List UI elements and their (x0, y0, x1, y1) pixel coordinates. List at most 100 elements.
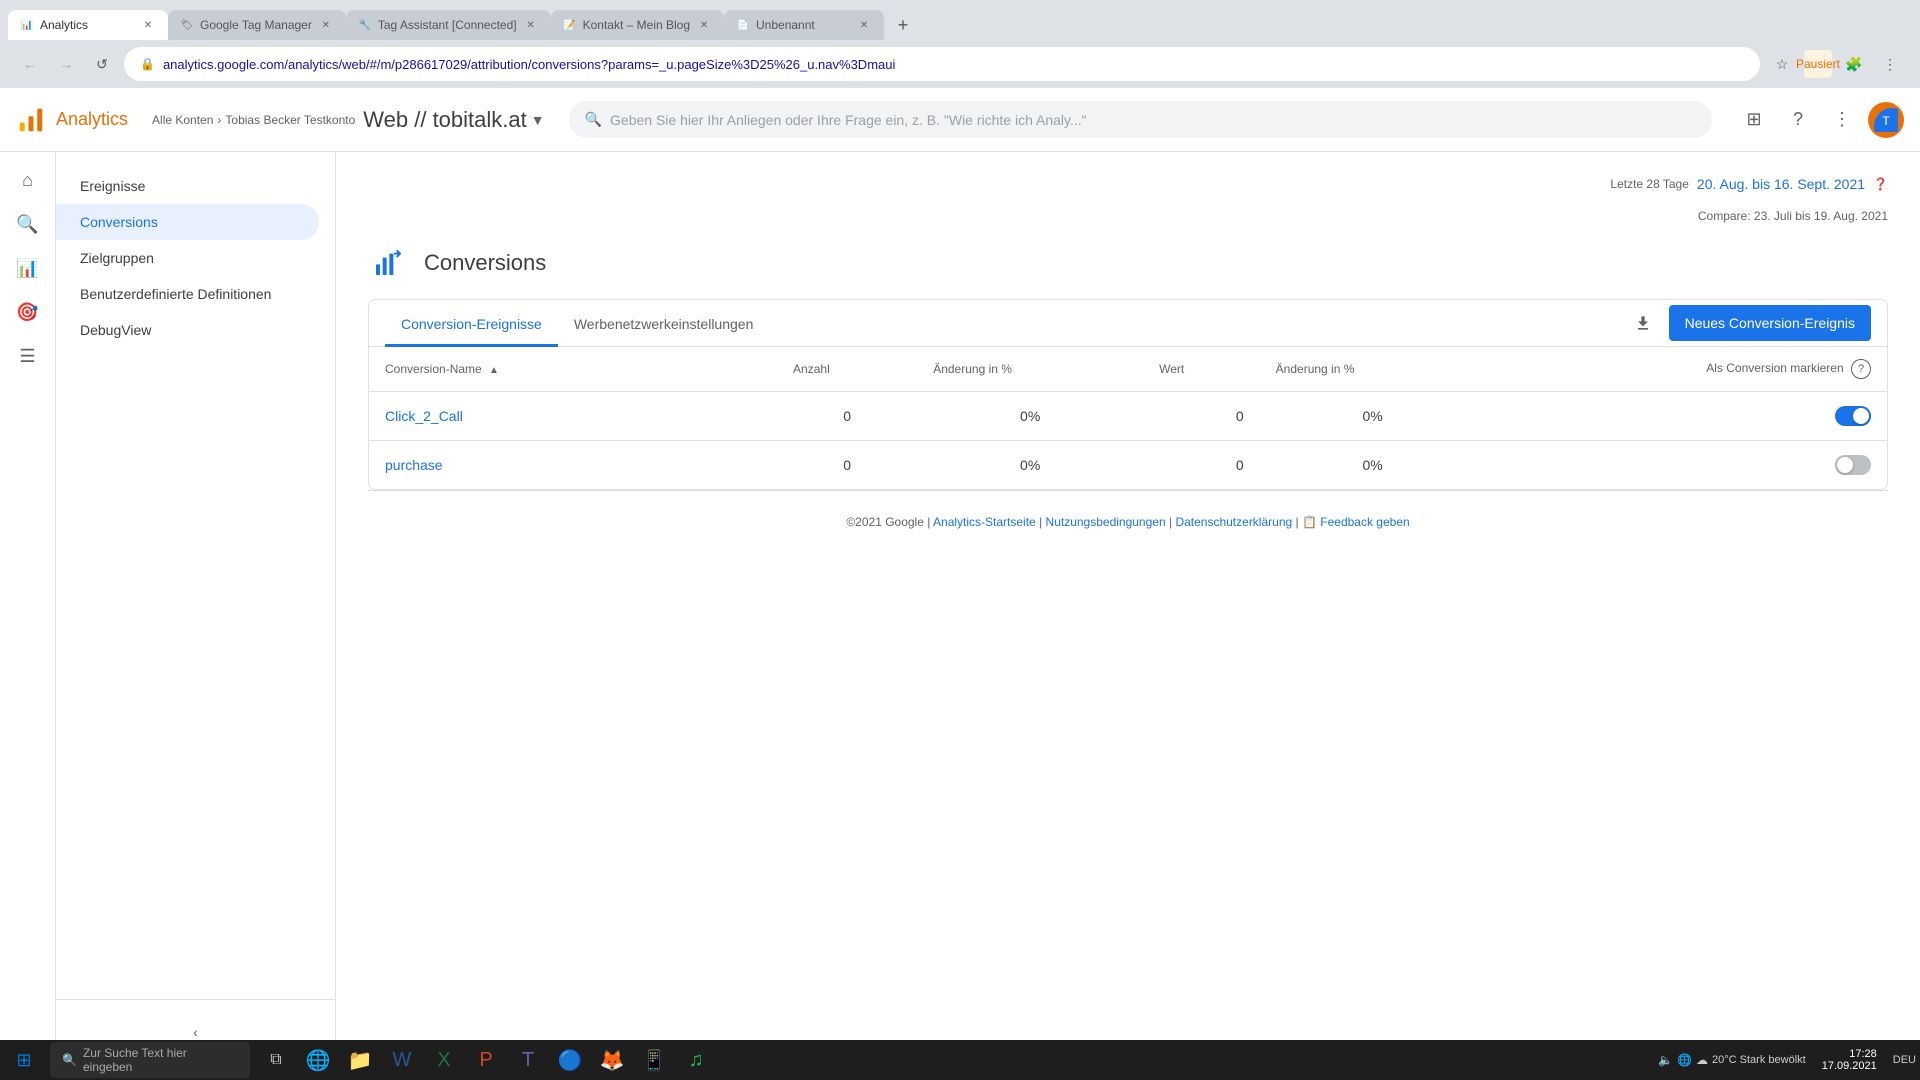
property-selector[interactable]: Web // tobitalk.at ▼ (363, 107, 544, 133)
tab-close-blog[interactable]: ✕ (696, 17, 712, 33)
zielgruppen-label: Zielgruppen (80, 250, 154, 266)
menu-button[interactable]: ⋮ (1876, 50, 1904, 78)
sidebar-icon-list[interactable]: ☰ (8, 336, 48, 376)
tab-favicon-unbenannt: 📄 (736, 18, 750, 32)
taskbar-windows-button[interactable]: ⊞ (4, 1040, 44, 1080)
tab-title-unbenannt: Unbenannt (756, 18, 850, 32)
back-button[interactable]: ← (16, 50, 44, 78)
taskbar-word[interactable]: W (382, 1040, 422, 1080)
windows-icon: ⊞ (16, 1050, 31, 1071)
taskbar-task-view[interactable]: ⧉ (256, 1040, 296, 1080)
download-button[interactable] (1625, 305, 1661, 341)
bookmark-button[interactable]: ☆ (1768, 50, 1796, 78)
tab-favicon-blog: 📝 (563, 18, 577, 32)
taskbar-app8[interactable]: 📱 (634, 1040, 674, 1080)
help-button[interactable]: ? (1780, 102, 1816, 138)
row1-name[interactable]: Click_2_Call (369, 392, 777, 441)
search-area: 🔍 Geben Sie hier Ihr Anliegen oder Ihre … (569, 101, 1712, 138)
taskbar-excel[interactable]: X (424, 1040, 464, 1080)
svg-text:T: T (1882, 114, 1890, 128)
forward-button[interactable]: → (52, 50, 80, 78)
taskbar-powerpoint[interactable]: P (466, 1040, 506, 1080)
taskbar-edge[interactable]: 🌐 (298, 1040, 338, 1080)
tab-close-unbenannt[interactable]: ✕ (856, 17, 872, 33)
conversions-table: Conversion-Name ▲ Anzahl Änderung in % W… (369, 347, 1887, 489)
ereignisse-label: Ereignisse (80, 178, 145, 194)
sidebar-item-benutzerdefinierte[interactable]: Benutzerdefinierte Definitionen (56, 276, 319, 312)
tab-blog[interactable]: 📝 Kontakt – Mein Blog ✕ (551, 10, 724, 40)
property-name: Web // tobitalk.at (363, 107, 526, 133)
tab-title-analytics: Analytics (40, 18, 134, 32)
compare-row: Compare: 23. Juli bis 19. Aug. 2021 (368, 208, 1888, 223)
systray: 🔈 🌐 ☁ 20°C Stark bewölkt (1658, 1053, 1806, 1067)
profile-button[interactable]: Pausiert (1804, 50, 1832, 78)
search-placeholder: Geben Sie hier Ihr Anliegen oder Ihre Fr… (610, 112, 1087, 128)
sidebar-icon-analytics[interactable]: 📊 (8, 248, 48, 288)
date-range-value[interactable]: 20. Aug. bis 16. Sept. 2021 (1697, 176, 1865, 192)
sidebar-item-ereignisse[interactable]: Ereignisse (56, 168, 319, 204)
ga-logo-text: Analytics (56, 109, 128, 130)
debugview-label: DebugView (80, 322, 151, 338)
footer-link-startseite[interactable]: Analytics-Startseite (933, 515, 1036, 529)
row1-toggle[interactable] (1835, 406, 1871, 426)
footer-link-datenschutz[interactable]: Datenschutzerklärung (1175, 515, 1292, 529)
breadcrumb-all-accounts[interactable]: Alle Konten (152, 113, 213, 127)
row2-toggle-knob (1837, 457, 1853, 473)
search-bar[interactable]: 🔍 Geben Sie hier Ihr Anliegen oder Ihre … (569, 101, 1712, 138)
task-view-icon: ⧉ (270, 1051, 281, 1069)
date-range-label: Letzte 28 Tage (1610, 177, 1689, 191)
taskbar-explorer[interactable]: 📁 (340, 1040, 380, 1080)
tab-favicon-tag: 🔧 (358, 18, 372, 32)
sidebar-item-zielgruppen[interactable]: Zielgruppen (56, 240, 319, 276)
download-icon (1633, 313, 1653, 333)
left-nav: Ereignisse Conversions Zielgruppen Benut… (56, 152, 336, 1080)
tab-unbenannt[interactable]: 📄 Unbenannt ✕ (724, 10, 884, 40)
taskbar-chrome[interactable]: 🔵 (550, 1040, 590, 1080)
taskbar-spotify[interactable]: ♫ (676, 1040, 716, 1080)
tab-conversion-ereignisse[interactable]: Conversion-Ereignisse (385, 300, 558, 347)
lock-icon: 🔒 (140, 57, 155, 71)
ga-logo-icon (16, 105, 46, 135)
sidebar-icon-target[interactable]: 🎯 (8, 292, 48, 332)
new-conversion-button[interactable]: Neues Conversion-Ereignis (1669, 305, 1871, 341)
reload-button[interactable]: ↺ (88, 50, 116, 78)
breadcrumb-account[interactable]: Tobias Becker Testkonto (225, 113, 355, 127)
extensions-button[interactable]: 🧩 (1840, 50, 1868, 78)
tab-tag-assistant[interactable]: 🔧 Tag Assistant [Connected] ✕ (346, 10, 551, 40)
sidebar-item-debugview[interactable]: DebugView (56, 312, 319, 348)
tab-close-gtm[interactable]: ✕ (318, 17, 334, 33)
tab-analytics[interactable]: 📊 Analytics ✕ (8, 10, 168, 40)
user-avatar[interactable]: T (1868, 102, 1904, 138)
taskbar-search[interactable]: 🔍 Zur Suche Text hier eingeben (50, 1042, 250, 1078)
tab-close-tag[interactable]: ✕ (523, 17, 539, 33)
col-header-name[interactable]: Conversion-Name ▲ (369, 347, 777, 392)
page-icon (368, 243, 408, 283)
tab-title-tag: Tag Assistant [Connected] (378, 18, 517, 32)
footer-feedback-link[interactable]: Feedback geben (1320, 515, 1409, 529)
tab-title-blog: Kontakt – Mein Blog (583, 18, 690, 32)
row1-aenderung-anzahl: 0% (917, 392, 1143, 441)
taskbar-firefox[interactable]: 🦊 (592, 1040, 632, 1080)
url-bar[interactable]: 🔒 analytics.google.com/analytics/web/#/m… (124, 47, 1760, 81)
new-tab-button[interactable]: + (888, 10, 918, 40)
sidebar-item-conversions[interactable]: Conversions (56, 204, 319, 240)
tab-close-analytics[interactable]: ✕ (140, 17, 156, 33)
tab-bar: 📊 Analytics ✕ 🏷 Google Tag Manager ✕ 🔧 T… (0, 0, 1920, 40)
taskbar-teams[interactable]: T (508, 1040, 548, 1080)
apps-button[interactable]: ⊞ (1736, 102, 1772, 138)
sidebar-icon-search[interactable]: 🔍 (8, 204, 48, 244)
browser-chrome: 📊 Analytics ✕ 🏷 Google Tag Manager ✕ 🔧 T… (0, 0, 1920, 88)
taskbar: ⊞ 🔍 Zur Suche Text hier eingeben ⧉ 🌐 📁 W… (0, 1040, 1920, 1080)
row1-anzahl: 0 (777, 392, 917, 441)
ga-logo: Analytics (16, 105, 128, 135)
help-icon-date[interactable]: ❓ (1873, 177, 1888, 191)
footer-link-nutzung[interactable]: Nutzungsbedingungen (1046, 515, 1166, 529)
tab-werbenetzwerk[interactable]: Werbenetzwerkeinstellungen (558, 300, 770, 347)
more-button[interactable]: ⋮ (1824, 102, 1860, 138)
tab-gtm[interactable]: 🏷 Google Tag Manager ✕ (168, 10, 346, 40)
row2-toggle[interactable] (1835, 455, 1871, 475)
sidebar-icon-home[interactable]: ⌂ (8, 160, 48, 200)
card-header: Conversion-Ereignisse Werbenetzwerkeinst… (369, 300, 1887, 347)
row2-name[interactable]: purchase (369, 441, 777, 490)
conversion-help-icon[interactable]: ? (1851, 359, 1871, 379)
